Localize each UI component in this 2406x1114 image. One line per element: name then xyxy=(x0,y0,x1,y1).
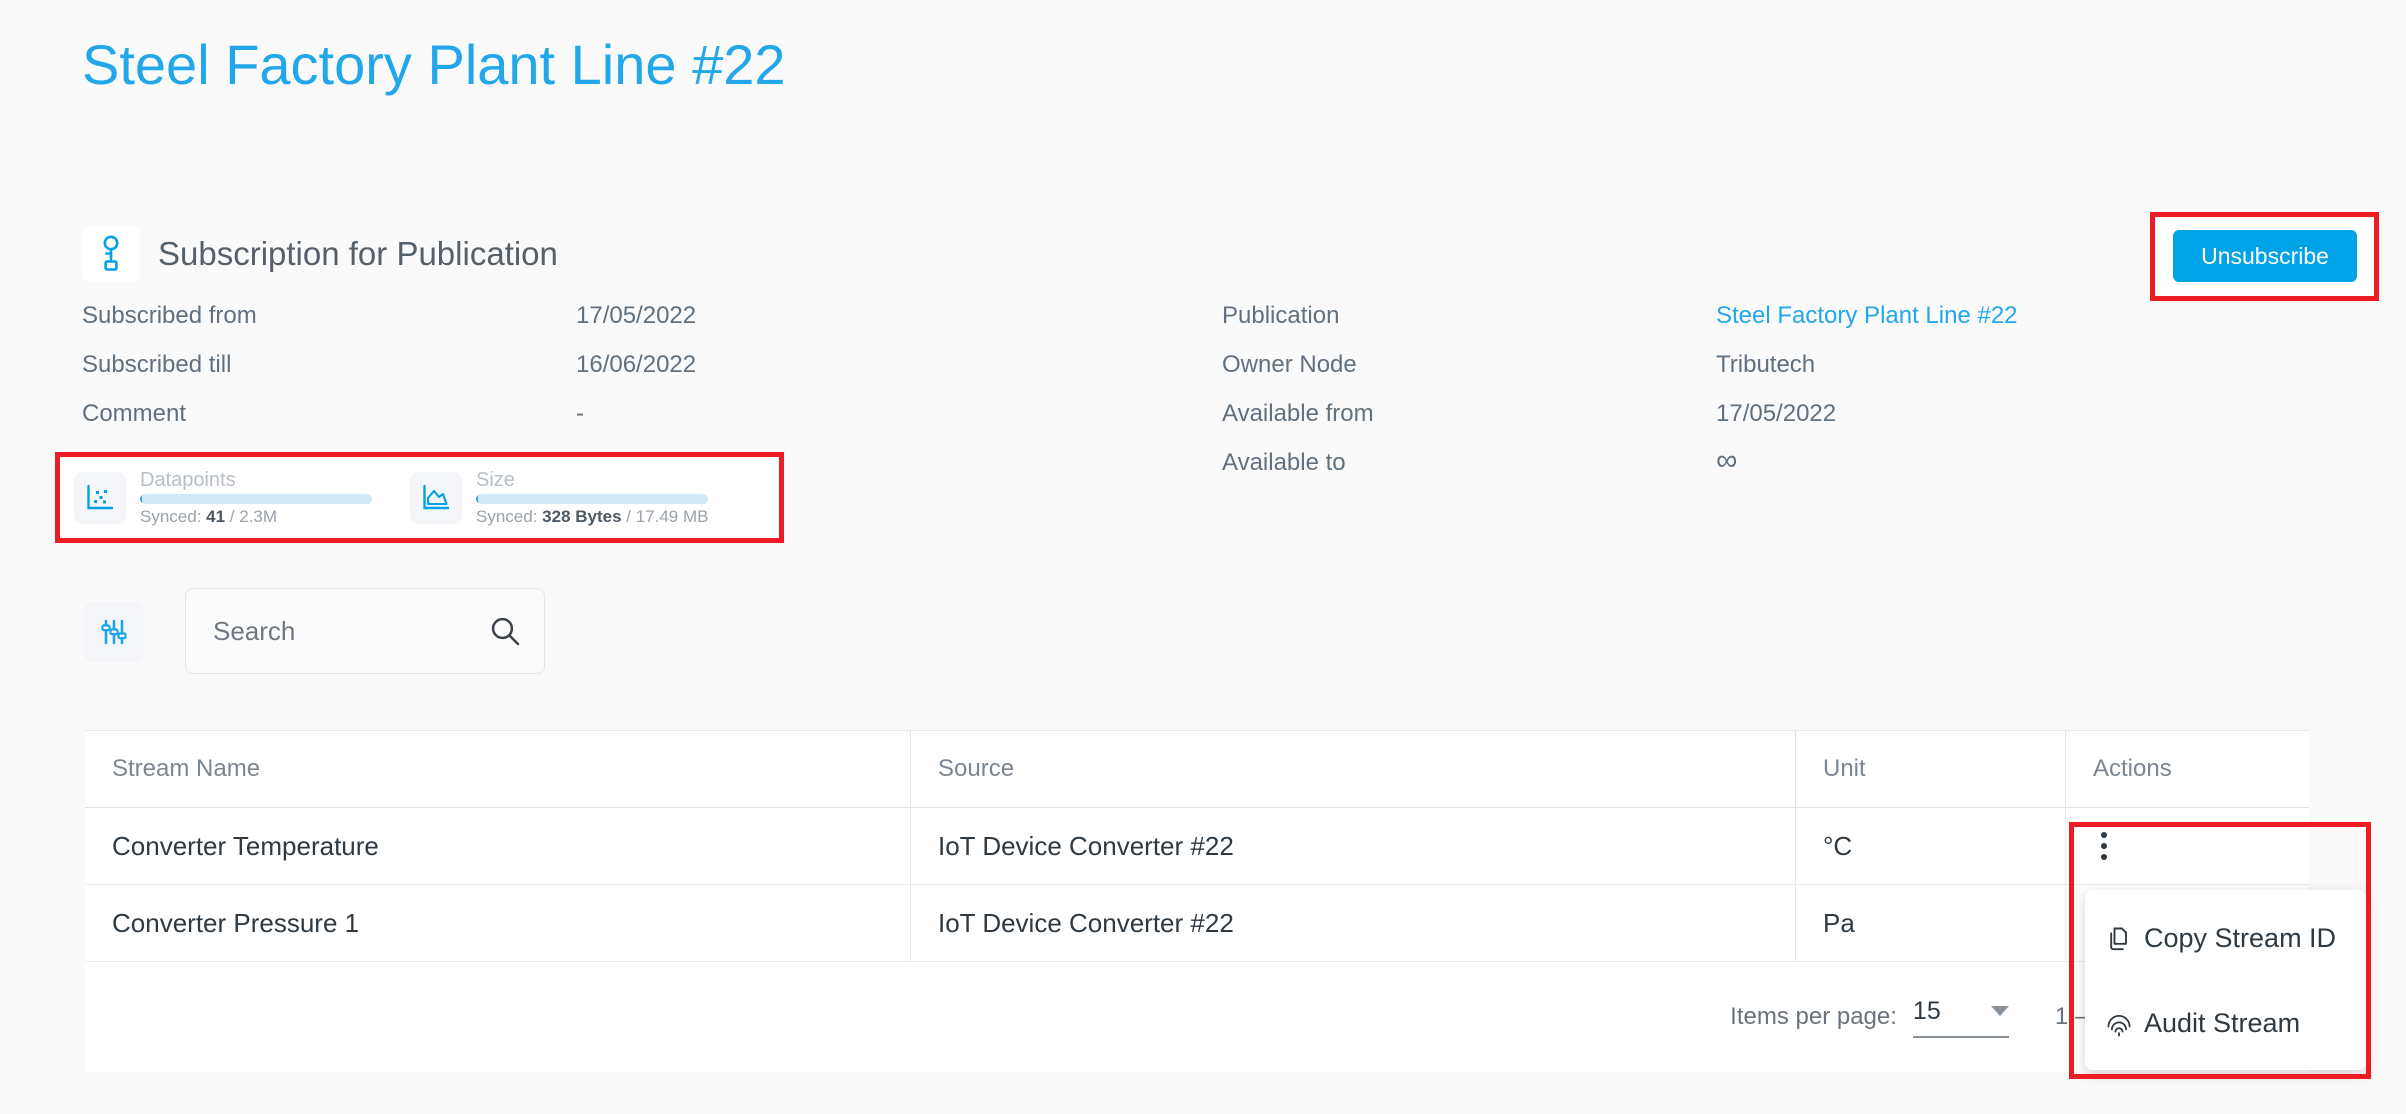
table-row[interactable]: Converter Temperature IoT Device Convert… xyxy=(85,808,2309,885)
table-row[interactable]: Converter Pressure 1 IoT Device Converte… xyxy=(85,885,2309,962)
synced-value: 41 xyxy=(206,506,226,526)
items-per-page-select[interactable]: 15 xyxy=(1912,996,2009,1038)
cell-actions xyxy=(2065,808,2309,884)
synced-prefix: Synced: xyxy=(140,506,207,526)
publication-link[interactable]: Steel Factory Plant Line #22 xyxy=(1716,302,2018,330)
stat-title: Size xyxy=(476,468,515,491)
fingerprint-icon xyxy=(2105,1010,2133,1038)
details-right-column: Publication Steel Factory Plant Line #22… xyxy=(1222,302,2142,498)
synced-total: / 17.49 MB xyxy=(621,506,709,526)
detail-value: Tributech xyxy=(1716,351,1816,378)
stat-synced-text: Synced: 41 / 2.3M xyxy=(140,507,372,527)
detail-label: Comment xyxy=(82,400,187,427)
page-title: Steel Factory Plant Line #22 xyxy=(82,33,786,96)
detail-value: 17/05/2022 xyxy=(576,302,697,329)
row-actions-dropdown: Copy Stream ID Audit Stream xyxy=(2085,890,2366,1070)
detail-label: Available to xyxy=(1222,449,1346,476)
detail-label: Publication xyxy=(1222,302,1340,329)
stat-body: Datapoints Synced: 41 / 2.3M xyxy=(140,469,372,527)
menu-item-copy-stream-id[interactable]: Copy Stream ID xyxy=(2085,896,2366,981)
streams-table: Stream Name Source Unit Actions Converte… xyxy=(85,730,2309,1072)
cell-source: IoT Device Converter #22 xyxy=(910,885,1795,961)
synced-prefix: Synced: xyxy=(476,506,543,526)
subscription-key-icon xyxy=(82,225,140,283)
area-chart-icon xyxy=(410,471,462,524)
progress-fill xyxy=(476,493,479,504)
column-header-actions: Actions xyxy=(2065,731,2309,807)
subscription-card-title: Subscription for Publication xyxy=(158,235,558,272)
details-left-column: Subscribed from 17/05/2022 Subscribed ti… xyxy=(82,302,982,449)
cell-unit: Pa xyxy=(1795,885,2065,961)
stat-synced-text: Synced: 328 Bytes / 17.49 MB xyxy=(476,507,708,527)
items-per-page-label: Items per page: xyxy=(1730,1003,1897,1030)
detail-label: Subscribed from xyxy=(82,302,257,329)
detail-label: Available from xyxy=(1222,400,1374,427)
column-header-source[interactable]: Source xyxy=(910,731,1795,807)
cell-stream-name: Converter Temperature xyxy=(112,830,379,861)
row-actions-menu-icon[interactable] xyxy=(2093,832,2115,860)
copy-icon xyxy=(2105,925,2133,953)
detail-row: Subscribed till 16/06/2022 xyxy=(82,351,982,400)
detail-row: Owner Node Tributech xyxy=(1222,351,2142,400)
detail-row: Comment - xyxy=(82,400,982,449)
stat-datapoints: Datapoints Synced: 41 / 2.3M xyxy=(74,469,372,527)
table-paginator: Items per page: 15 1 – 2 of 2 xyxy=(85,962,2309,1072)
datapoints-progress-bar xyxy=(140,493,372,504)
menu-item-label: Copy Stream ID xyxy=(2144,923,2337,953)
search-input[interactable] xyxy=(211,614,465,648)
detail-row: Available from 17/05/2022 xyxy=(1222,400,2142,449)
chevron-down-icon xyxy=(1990,1006,2009,1016)
sync-stats-highlight-box: Datapoints Synced: 41 / 2.3M Size Synced… xyxy=(55,452,784,543)
scatter-chart-icon xyxy=(74,471,126,524)
items-per-page-value: 15 xyxy=(1912,996,1941,1025)
detail-value: 17/05/2022 xyxy=(1716,400,1837,427)
progress-fill xyxy=(140,493,143,504)
detail-label: Subscribed till xyxy=(82,351,232,378)
sync-stats-card: Datapoints Synced: 41 / 2.3M Size Synced… xyxy=(60,457,708,538)
search-box[interactable] xyxy=(185,588,545,674)
synced-value: 328 Bytes xyxy=(542,506,622,526)
cell-stream-name: Converter Pressure 1 xyxy=(112,907,360,938)
search-icon[interactable] xyxy=(488,614,522,648)
subscription-card-header: Subscription for Publication xyxy=(82,225,558,283)
detail-label: Owner Node xyxy=(1222,351,1357,378)
cell-unit: °C xyxy=(1795,808,2065,884)
infinity-value: ∞ xyxy=(1716,444,1738,477)
synced-total: / 2.3M xyxy=(225,506,278,526)
stat-body: Size Synced: 328 Bytes / 17.49 MB xyxy=(476,469,708,527)
detail-value: 16/06/2022 xyxy=(576,351,697,378)
cell-source: IoT Device Converter #22 xyxy=(910,808,1795,884)
unsubscribe-button[interactable]: Unsubscribe xyxy=(2173,230,2357,282)
size-progress-bar xyxy=(476,493,708,504)
column-header-unit[interactable]: Unit xyxy=(1795,731,2065,807)
table-header-row: Stream Name Source Unit Actions xyxy=(85,731,2309,808)
stat-title: Datapoints xyxy=(140,468,236,491)
detail-value: - xyxy=(576,400,584,427)
menu-item-audit-stream[interactable]: Audit Stream xyxy=(2085,981,2366,1066)
column-header-stream-name[interactable]: Stream Name xyxy=(85,731,910,807)
detail-row: Available to ∞ xyxy=(1222,444,2142,498)
sliders-filter-icon[interactable] xyxy=(84,602,144,662)
menu-item-label: Audit Stream xyxy=(2144,1008,2301,1038)
detail-row: Publication Steel Factory Plant Line #22 xyxy=(1222,302,2142,351)
page-root: Steel Factory Plant Line #22 Subscriptio… xyxy=(0,0,2406,1114)
detail-row: Subscribed from 17/05/2022 xyxy=(82,302,982,351)
stat-size: Size Synced: 328 Bytes / 17.49 MB xyxy=(410,469,708,527)
